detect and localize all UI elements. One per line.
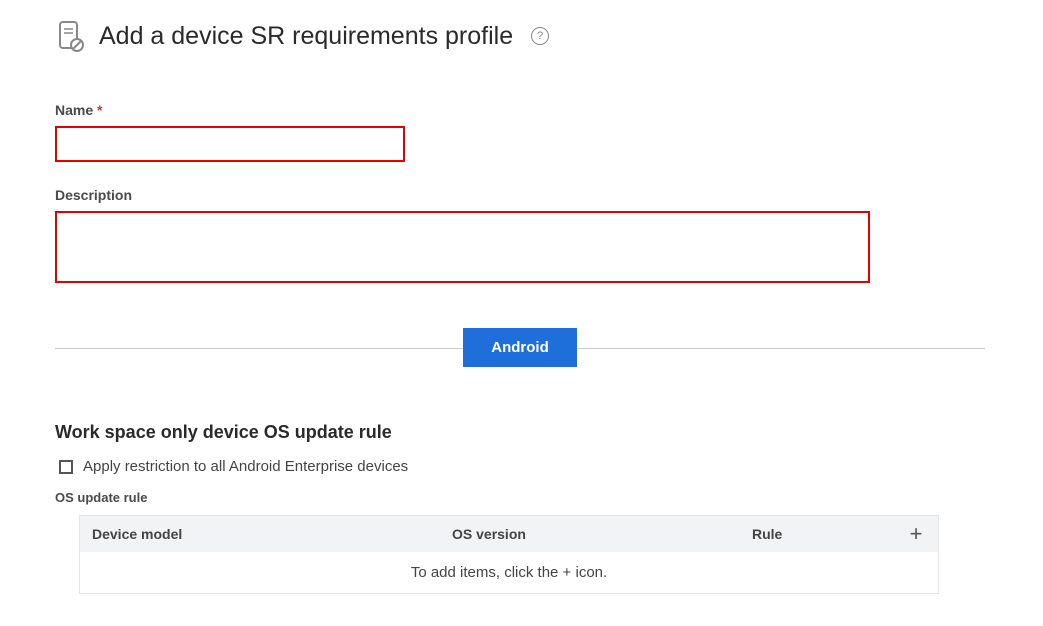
page-title: Add a device SR requirements profile	[99, 22, 513, 51]
table-header-device-model: Device model	[80, 516, 440, 552]
device-profile-icon	[55, 20, 87, 52]
table-empty-message: To add items, click the + icon.	[80, 552, 938, 593]
description-label: Description	[55, 187, 988, 203]
section-title: Work space only device OS update rule	[55, 422, 988, 443]
add-row-button[interactable]: +	[894, 521, 938, 547]
table-header-os-version: OS version	[440, 516, 740, 552]
help-icon[interactable]: ?	[531, 27, 549, 45]
os-update-rule-table: Device model OS version Rule + To add it…	[79, 515, 939, 594]
name-label: Name *	[55, 102, 988, 118]
required-indicator: *	[97, 102, 102, 118]
table-header-rule: Rule	[740, 516, 894, 552]
name-label-text: Name	[55, 102, 93, 118]
description-input[interactable]	[55, 211, 870, 283]
os-update-rule-label: OS update rule	[55, 490, 988, 505]
apply-restriction-label: Apply restriction to all Android Enterpr…	[83, 458, 408, 475]
name-input[interactable]	[55, 126, 405, 162]
table-header: Device model OS version Rule +	[80, 516, 938, 552]
apply-restriction-checkbox[interactable]	[59, 460, 73, 474]
tab-android[interactable]: Android	[463, 328, 577, 367]
plus-icon: +	[910, 521, 923, 547]
